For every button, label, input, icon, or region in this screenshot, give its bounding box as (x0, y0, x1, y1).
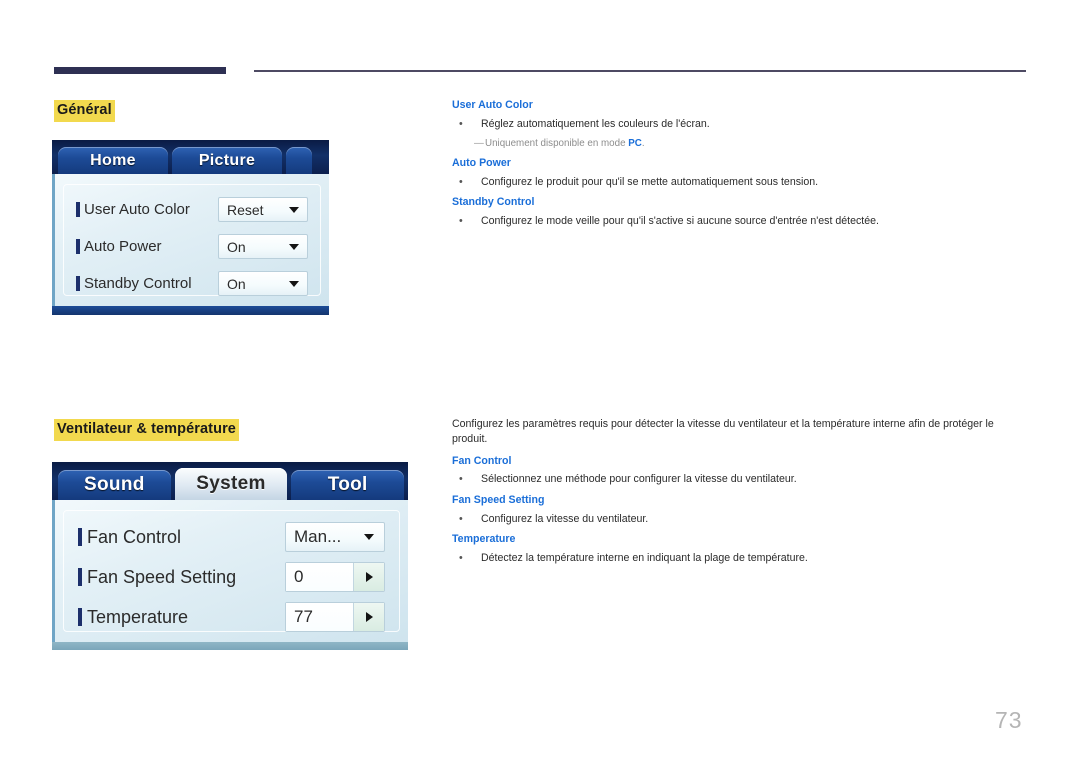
bullet-user-auto-color: • Réglez automatiquement les couleurs de… (452, 117, 1027, 132)
bullet-text: Configurez le mode veille pour qu'il s'a… (481, 215, 879, 228)
osd-row-temperature[interactable]: Temperature 77 (64, 597, 399, 637)
osd-body-general: User Auto Color Reset Auto Power On Stan… (52, 174, 329, 306)
bullet-standby-control: • Configurez le mode veille pour qu'il s… (452, 214, 1027, 229)
chevron-down-icon (281, 272, 307, 295)
bullet-text: Configurez la vitesse du ventilateur. (481, 512, 649, 525)
note-dash-icon: ― (474, 138, 484, 150)
page-number: 73 (995, 707, 1023, 733)
osd-dropdown-user-auto-color[interactable]: Reset (218, 197, 308, 222)
osd-tab-home[interactable]: Home (58, 147, 168, 174)
osd-footer-system (52, 642, 408, 650)
osd-tab-tool[interactable]: Tool (291, 470, 405, 500)
osd-dropdown-value: On (227, 275, 246, 292)
bullet-glyph: • (459, 176, 463, 189)
term-fan-speed-setting: Fan Speed Setting (452, 493, 545, 506)
osd-row-fan-control[interactable]: Fan Control Man... (64, 517, 399, 557)
osd-stepper-fan-speed-setting[interactable]: 0 (285, 562, 385, 592)
header-rule-thick (54, 67, 226, 74)
description-block-general: User Auto Color • Réglez automatiquement… (452, 99, 1027, 236)
osd-tabbar-general: Home Picture (52, 140, 329, 174)
term-standby-control: Standby Control (452, 196, 535, 209)
osd-row-user-auto-color[interactable]: User Auto Color Reset (64, 191, 320, 228)
osd-tab-system[interactable]: System (174, 468, 288, 500)
osd-dropdown-standby-control[interactable]: On (218, 271, 308, 296)
note-text-emphasis: PC (628, 138, 642, 150)
term-fan-control: Fan Control (452, 454, 512, 467)
osd-dropdown-value: Man... (294, 527, 342, 546)
chevron-down-icon (281, 198, 307, 221)
osd-dropdown-value: On (227, 238, 246, 255)
bullet-text: Sélectionnez une méthode pour configurer… (481, 473, 797, 486)
note-text: Uniquement disponible en mode PC. (485, 137, 1027, 151)
osd-stepper-value: 0 (286, 563, 354, 591)
note-text-suffix: . (641, 138, 645, 150)
osd-body-system: Fan Control Man... Fan Speed Setting 0 T… (52, 500, 408, 642)
osd-stepper-value: 77 (286, 603, 354, 631)
osd-tabbar-system: Sound System Tool (52, 462, 408, 500)
osd-row-label: Auto Power (84, 238, 162, 255)
term-auto-power: Auto Power (452, 157, 511, 170)
bullet-text: Détectez la température interne en indiq… (481, 551, 808, 564)
osd-tab-sound[interactable]: Sound (58, 470, 171, 500)
description-block-fan-temperature: Configurez les paramètres requis pour dé… (452, 417, 1027, 572)
section-heading-fan-temperature: Ventilateur & température (54, 419, 239, 441)
osd-dropdown-auto-power[interactable]: On (218, 234, 308, 259)
bullet-glyph: • (459, 117, 463, 130)
osd-tab-partial[interactable] (286, 147, 312, 174)
osd-row-label: Standby Control (84, 275, 192, 292)
osd-row-standby-control[interactable]: Standby Control On (64, 265, 320, 302)
osd-tab-picture[interactable]: Picture (172, 147, 282, 174)
section-heading-general: Général (54, 100, 115, 122)
osd-panel-system: Sound System Tool Fan Control Man... Fan… (52, 462, 408, 658)
osd-footer-general (52, 306, 329, 315)
note-text-prefix: Uniquement disponible en mode (485, 138, 629, 150)
bullet-text: Réglez automatiquement les couleurs de l… (481, 117, 710, 130)
chevron-right-icon[interactable] (354, 603, 384, 631)
osd-dropdown-fan-control[interactable]: Man... (285, 522, 385, 552)
bullet-auto-power: • Configurez le produit pour qu'il se me… (452, 175, 1027, 190)
bullet-glyph: • (459, 215, 463, 228)
osd-row-label: User Auto Color (84, 201, 190, 218)
bullet-glyph: • (459, 551, 463, 564)
bullet-fan-control: • Sélectionnez une méthode pour configur… (452, 472, 1027, 487)
bullet-temperature: • Détectez la température interne en ind… (452, 551, 1027, 566)
bullet-text: Configurez le produit pour qu'il se mett… (481, 176, 819, 189)
osd-list-system: Fan Control Man... Fan Speed Setting 0 T… (63, 510, 400, 632)
note-pc-only: ― Uniquement disponible en mode PC. (452, 137, 1027, 151)
osd-row-label: Fan Speed Setting (87, 566, 237, 587)
osd-row-label: Temperature (87, 606, 189, 627)
chevron-right-icon[interactable] (354, 563, 384, 591)
bullet-fan-speed-setting: • Configurez la vitesse du ventilateur. (452, 512, 1027, 527)
osd-list-general: User Auto Color Reset Auto Power On Stan… (63, 184, 321, 296)
bullet-glyph: • (459, 512, 463, 525)
osd-row-auto-power[interactable]: Auto Power On (64, 228, 320, 265)
osd-row-label: Fan Control (87, 526, 182, 547)
chevron-down-icon (354, 523, 384, 551)
term-temperature: Temperature (452, 532, 516, 545)
osd-dropdown-value: Reset (227, 201, 264, 218)
osd-stepper-temperature[interactable]: 77 (285, 602, 385, 632)
header-rule-thin (254, 70, 1026, 72)
term-user-auto-color: User Auto Color (452, 99, 533, 111)
osd-row-fan-speed-setting[interactable]: Fan Speed Setting 0 (64, 557, 399, 597)
intro-text-fan: Configurez les paramètres requis pour dé… (452, 418, 994, 446)
osd-panel-general: Home Picture User Auto Color Reset Auto … (52, 140, 329, 322)
bullet-glyph: • (459, 473, 463, 486)
chevron-down-icon (281, 235, 307, 258)
